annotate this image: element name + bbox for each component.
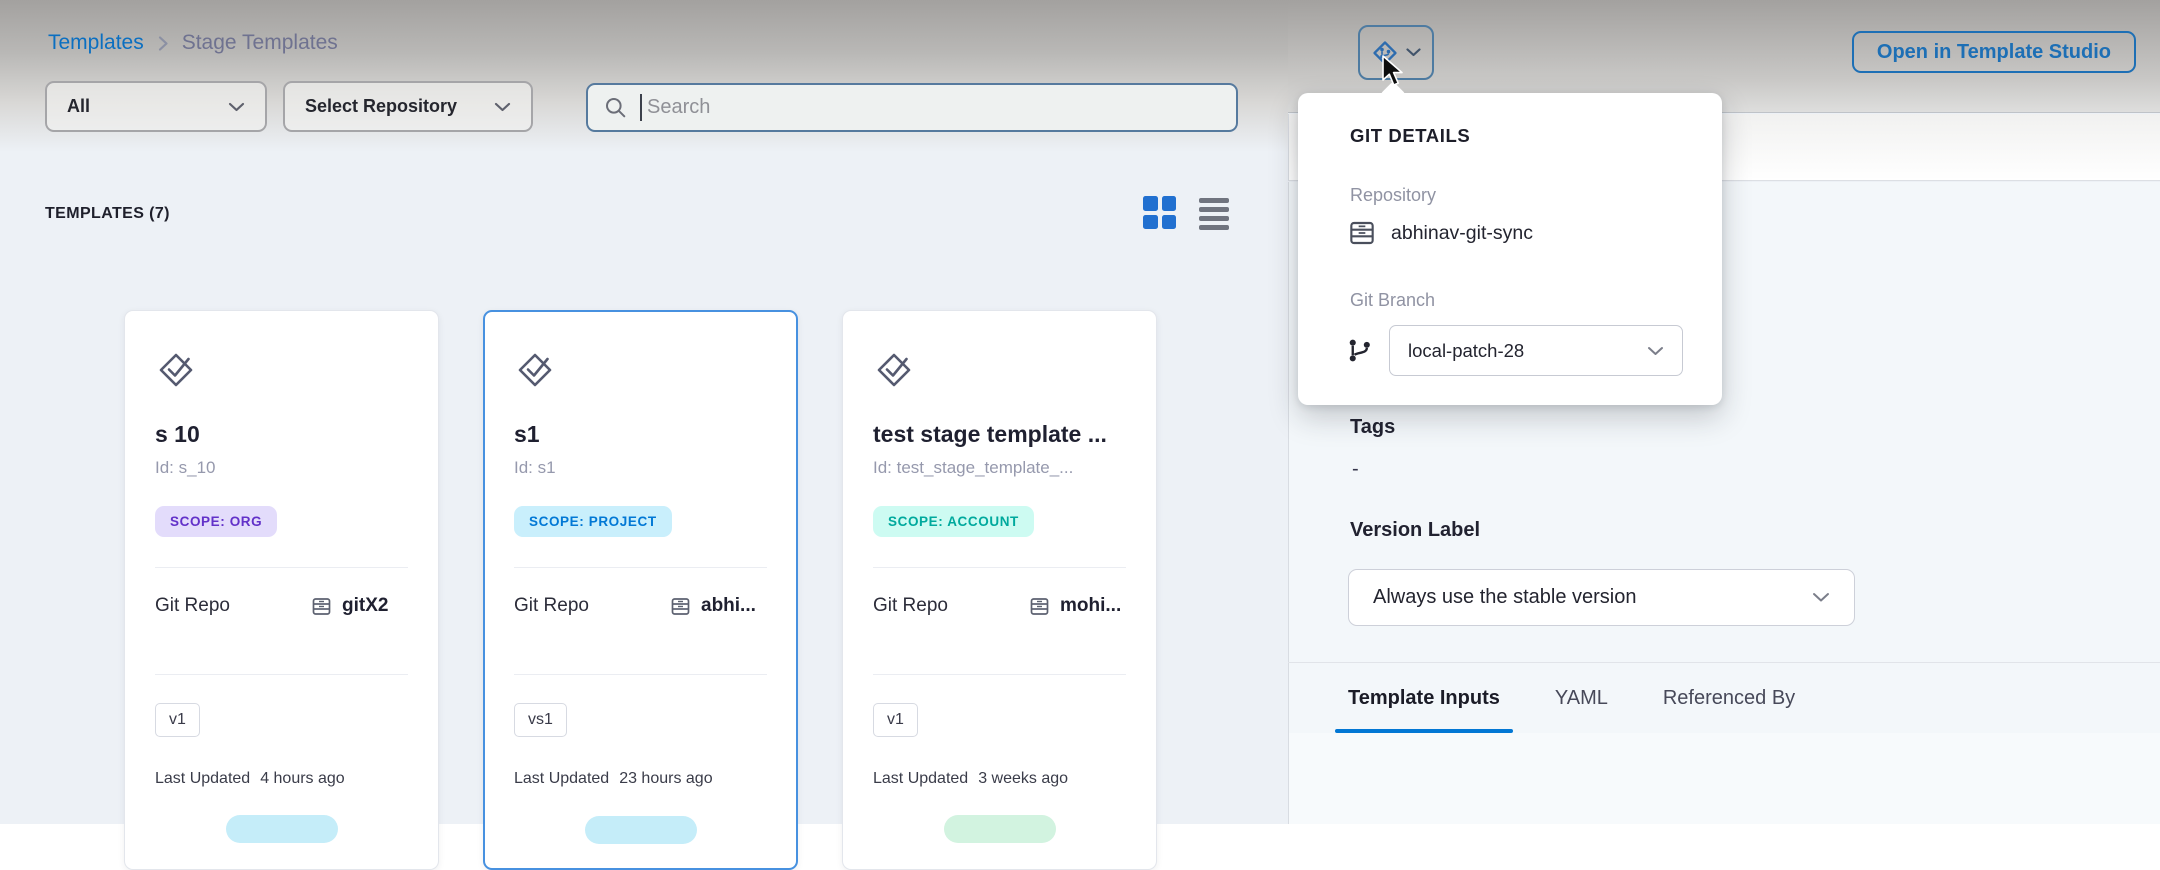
- git-repo-label: Git Repo: [514, 595, 664, 617]
- divider: [514, 674, 767, 675]
- version-chip: vs1: [514, 703, 567, 737]
- last-updated-label: Last Updated: [155, 770, 250, 788]
- templates-list-panel: Templates Stage Templates All Select Rep…: [0, 0, 1288, 824]
- version-chip: v1: [873, 703, 918, 737]
- git-repo-label: Git Repo: [155, 595, 305, 617]
- search-icon: [604, 96, 627, 119]
- chevron-down-icon: [494, 102, 511, 112]
- scope-badge: SCOPE: PROJECT: [514, 506, 672, 537]
- breadcrumb-current: Stage Templates: [182, 31, 338, 55]
- repository-icon: [1348, 219, 1376, 247]
- chevron-down-icon: [228, 102, 245, 112]
- stable-version-pill: [944, 815, 1056, 843]
- scope-badge: SCOPE: ACCOUNT: [873, 506, 1034, 537]
- template-title: test stage template ...: [873, 421, 1126, 448]
- tags-label: Tags: [1350, 416, 1395, 439]
- stable-version-pill: [226, 815, 338, 843]
- repository-icon: [311, 596, 332, 617]
- template-id: Id: s1: [514, 458, 767, 478]
- last-updated-row: Last Updated 3 weeks ago: [873, 770, 1126, 788]
- git-details-title: GIT DETAILS: [1350, 125, 1470, 147]
- git-branch-row: local-patch-28: [1346, 325, 1683, 376]
- version-label-value: Always use the stable version: [1373, 586, 1636, 609]
- template-title: s 10: [155, 421, 408, 448]
- git-repo-value: abhi...: [701, 595, 756, 617]
- tab-content-area: [1289, 733, 2160, 824]
- template-icon: [873, 349, 1126, 391]
- git-branch-select[interactable]: local-patch-28: [1389, 325, 1683, 376]
- git-repo-row: Git Repo abhi...: [514, 568, 767, 644]
- template-icon: [514, 349, 767, 391]
- last-updated-label: Last Updated: [514, 770, 609, 788]
- mouse-cursor: [1380, 55, 1406, 89]
- chevron-down-icon: [1812, 592, 1830, 603]
- git-repo-value: mohi...: [1060, 595, 1121, 617]
- last-updated-row: Last Updated 4 hours ago: [155, 770, 408, 788]
- template-id: Id: s_10: [155, 458, 408, 478]
- grid-view-icon[interactable]: [1143, 196, 1176, 229]
- template-id: Id: test_stage_template_...: [873, 458, 1126, 478]
- template-details-panel: Open in Template Studio GIT DETAILS Repo…: [1288, 0, 2160, 824]
- breadcrumb-chevron-icon: [157, 35, 169, 52]
- template-card-s10[interactable]: s 10 Id: s_10 SCOPE: ORG Git Repo gitX2 …: [124, 310, 439, 870]
- breadcrumb-templates-link[interactable]: Templates: [48, 31, 144, 55]
- repository-icon: [1029, 596, 1050, 617]
- git-repo-label: Git Repo: [873, 595, 1023, 617]
- version-label-select[interactable]: Always use the stable version: [1348, 569, 1855, 626]
- git-branch-icon: [1346, 337, 1373, 364]
- template-card-s1[interactable]: s1 Id: s1 SCOPE: PROJECT Git Repo abhi..…: [483, 310, 798, 870]
- divider: [873, 674, 1126, 675]
- template-card-test-stage[interactable]: test stage template ... Id: test_stage_t…: [842, 310, 1157, 870]
- last-updated-value: 3 weeks ago: [978, 770, 1068, 788]
- stable-version-pill: [585, 816, 697, 844]
- last-updated-value: 23 hours ago: [619, 770, 712, 788]
- divider: [155, 674, 408, 675]
- repository-filter-select[interactable]: Select Repository: [283, 81, 533, 132]
- git-branch-label: Git Branch: [1350, 290, 1435, 311]
- list-view-icon[interactable]: [1199, 198, 1229, 230]
- details-tabs: Template Inputs YAML Referenced By: [1288, 662, 2160, 733]
- tab-yaml[interactable]: YAML: [1555, 663, 1608, 733]
- search-input[interactable]: [642, 96, 1220, 119]
- repository-name: abhinav-git-sync: [1391, 222, 1533, 245]
- repository-filter-value: Select Repository: [305, 96, 457, 117]
- tab-referenced-by[interactable]: Referenced By: [1663, 663, 1795, 733]
- chevron-down-icon: [1647, 346, 1664, 356]
- breadcrumb: Templates Stage Templates: [48, 31, 338, 55]
- template-title: s1: [514, 421, 767, 448]
- search-box: [586, 83, 1238, 132]
- repository-label: Repository: [1350, 185, 1436, 206]
- git-repo-row: Git Repo mohi...: [873, 568, 1126, 644]
- open-in-template-studio-button[interactable]: Open in Template Studio: [1852, 31, 2136, 73]
- scope-filter-select[interactable]: All: [45, 81, 267, 132]
- scope-filter-value: All: [67, 96, 90, 117]
- git-repo-value: gitX2: [342, 595, 388, 617]
- repository-icon: [670, 596, 691, 617]
- last-updated-row: Last Updated 23 hours ago: [514, 770, 767, 788]
- git-repo-row: Git Repo gitX2: [155, 568, 408, 644]
- tags-value: -: [1352, 458, 1359, 481]
- templates-count-header: TEMPLATES (7): [45, 205, 170, 223]
- scope-badge: SCOPE: ORG: [155, 506, 277, 537]
- version-chip: v1: [155, 703, 200, 737]
- git-branch-value: local-patch-28: [1408, 340, 1524, 362]
- git-details-popover: GIT DETAILS Repository abhinav-git-sync …: [1298, 93, 1722, 405]
- tab-template-inputs[interactable]: Template Inputs: [1348, 663, 1500, 733]
- last-updated-label: Last Updated: [873, 770, 968, 788]
- template-cards-row: s 10 Id: s_10 SCOPE: ORG Git Repo gitX2 …: [124, 310, 1157, 870]
- chevron-down-icon: [1406, 48, 1421, 57]
- template-icon: [155, 349, 408, 391]
- last-updated-value: 4 hours ago: [260, 770, 345, 788]
- version-label: Version Label: [1350, 519, 1480, 542]
- repository-row: abhinav-git-sync: [1348, 219, 1533, 247]
